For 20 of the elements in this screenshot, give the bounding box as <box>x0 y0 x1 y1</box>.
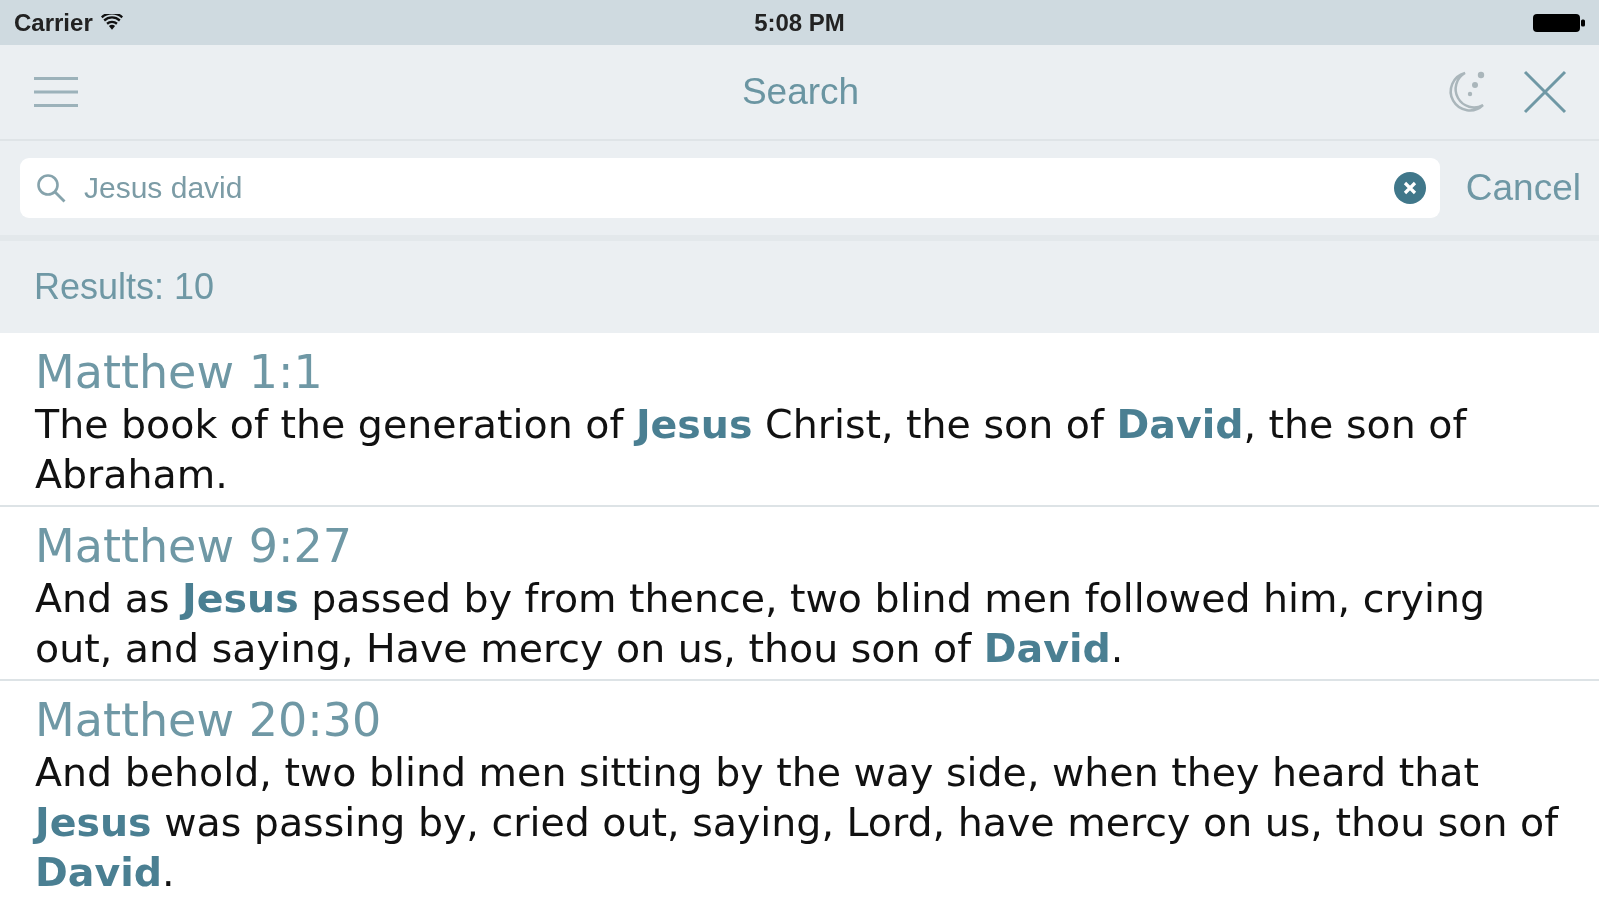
menu-button[interactable] <box>34 77 78 107</box>
result-item[interactable]: Matthew 20:30 And behold, two blind men sitting by the way side, when they heard that Jesus was passing by, cried out, saying, Lord, have mercy on us, thou son of David. <box>0 681 1599 900</box>
results-count: Results: 10 <box>34 266 215 308</box>
menu-icon <box>34 77 78 107</box>
clear-icon[interactable] <box>1393 172 1426 204</box>
result-item[interactable]: Matthew 9:27 And as Jesus passed by from thence, two blind men followed him, crying out, and saying, Have mercy on us, thou son of David. <box>0 507 1599 681</box>
close-button[interactable] <box>1523 70 1567 114</box>
wifi-icon <box>100 14 123 31</box>
verse-text: The book of the generation of Jesus Christ, the son of David, the son of Abraham. <box>35 400 1469 499</box>
result-item[interactable]: Matthew 1:1 The book of the generation of Jesus Christ, the son of David, the son of Abraham. <box>0 333 1599 507</box>
close-icon <box>1523 70 1567 114</box>
verse-reference: Matthew 9:27 <box>35 519 352 573</box>
page-title: Search <box>741 71 860 113</box>
clock-time: 5:08 PM <box>754 8 845 37</box>
verse-text: And as Jesus passed by from thence, two blind men followed him, crying out, and saying, Have mercy on us, thou son of David. <box>35 574 1487 673</box>
carrier-label: Carrier <box>14 8 93 37</box>
battery-icon <box>1533 12 1585 33</box>
verse-reference: Matthew 20:30 <box>35 693 382 747</box>
search-icon <box>36 173 66 203</box>
verse-reference: Matthew 1:1 <box>35 345 323 399</box>
